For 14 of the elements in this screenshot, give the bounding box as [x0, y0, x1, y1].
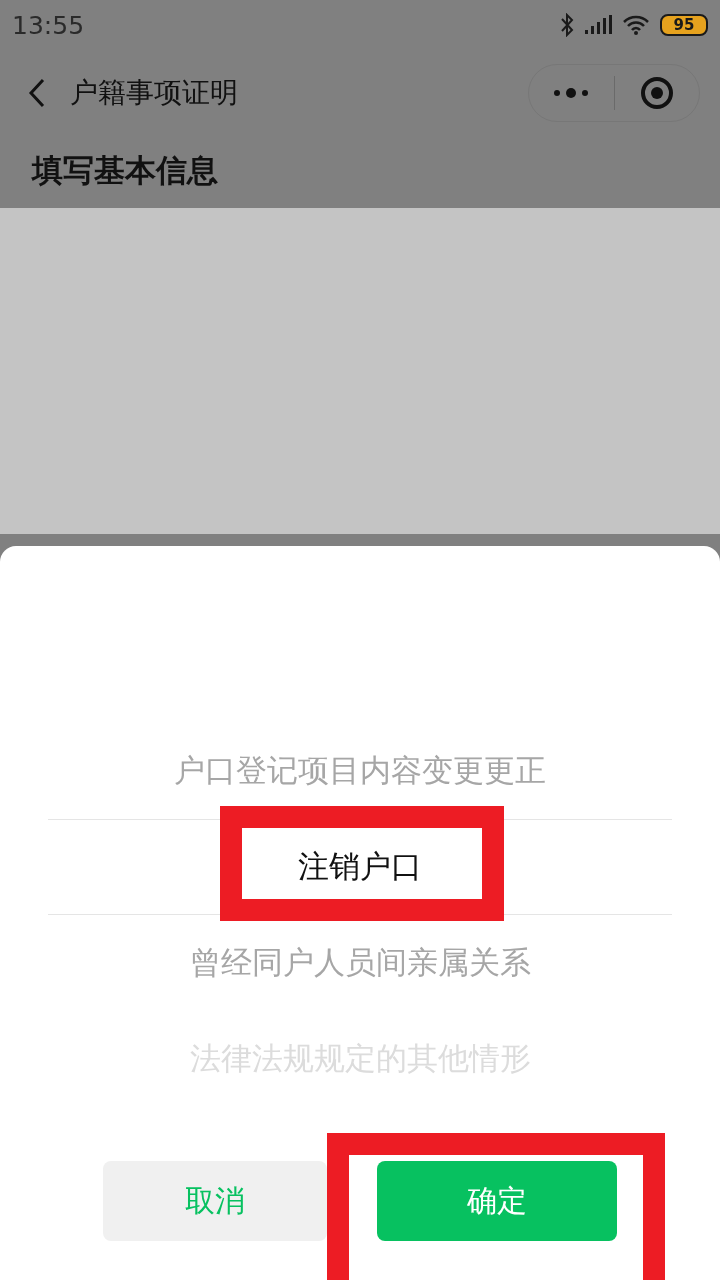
back-icon[interactable] [28, 78, 46, 108]
confirm-button[interactable]: 确定 [377, 1161, 617, 1241]
more-icon[interactable] [553, 87, 590, 99]
signal-icon [584, 15, 612, 35]
battery-indicator: 95 [660, 14, 708, 36]
picker-option[interactable]: 注销户口 [48, 819, 672, 915]
picker-option[interactable]: 曾经同户人员间亲属关系 [48, 915, 672, 1011]
cancel-button[interactable]: 取消 [103, 1161, 327, 1241]
picker-option[interactable]: 户口登记项目内容变更更正 [48, 723, 672, 819]
status-time: 13:55 [12, 10, 85, 40]
section-title: 填写基本信息 [30, 151, 219, 190]
wifi-icon [622, 14, 650, 36]
bluetooth-icon [560, 13, 574, 37]
page-title: 户籍事项证明 [70, 75, 239, 111]
